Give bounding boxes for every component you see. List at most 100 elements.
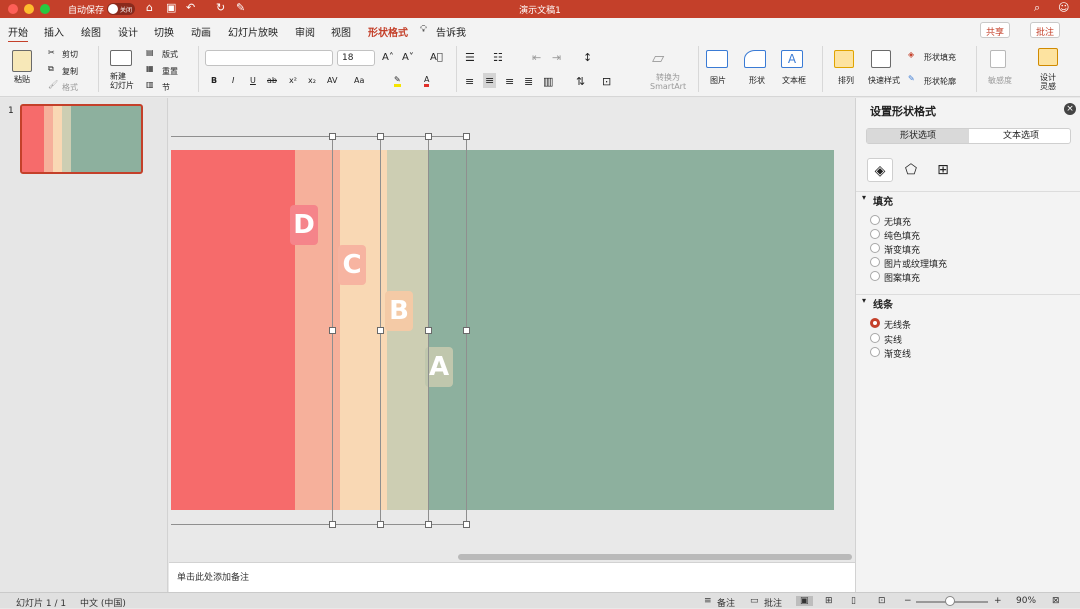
tab-shape-format[interactable]: 形状格式	[368, 24, 408, 39]
paint-bucket-icon[interactable]: ◈	[908, 50, 914, 59]
tab-insert[interactable]: 插入	[44, 24, 64, 39]
grow-font-icon[interactable]: A˄	[382, 52, 394, 63]
language-indicator[interactable]: 中文 (中国)	[80, 596, 126, 609]
gradient-fill-radio[interactable]	[870, 243, 880, 253]
zoom-in-icon[interactable]: +	[994, 596, 1002, 606]
text-direction-icon[interactable]: ⇅	[576, 75, 585, 88]
shrink-font-icon[interactable]: A˅	[402, 52, 414, 63]
line-section-header[interactable]: ▾ 线条	[856, 294, 1080, 311]
format-painter-button[interactable]: 格式	[62, 82, 78, 93]
sensitivity-icon[interactable]	[990, 50, 1006, 68]
designer-icon[interactable]	[1038, 48, 1058, 66]
strikethrough-button[interactable]: ab	[267, 76, 277, 85]
reset-icon[interactable]: ▦	[146, 64, 154, 73]
paste-button[interactable]: 粘贴	[14, 74, 30, 85]
reset-button[interactable]: 重置	[162, 66, 178, 77]
resize-handle[interactable]	[425, 521, 432, 528]
change-case-button[interactable]: Aa	[354, 76, 364, 85]
resize-handle[interactable]	[329, 327, 336, 334]
slide-thumbnail[interactable]	[20, 104, 143, 174]
tab-design[interactable]: 设计	[118, 24, 138, 39]
resize-handle[interactable]	[425, 133, 432, 140]
smiley-icon[interactable]: ☺	[1058, 1, 1069, 14]
clear-format-icon[interactable]: A⃥	[430, 52, 443, 63]
solid-fill-radio[interactable]	[870, 229, 880, 239]
superscript-button[interactable]: x²	[289, 76, 297, 85]
align-left-icon[interactable]: ≡	[465, 75, 474, 88]
effects-pentagon-icon[interactable]: ⬠	[898, 158, 924, 182]
size-properties-icon[interactable]: ⊞	[930, 158, 956, 182]
tell-me[interactable]: 告诉我	[436, 24, 466, 39]
design-ideas-button[interactable]: 设计 灵感	[1040, 73, 1056, 91]
align-center-icon[interactable]: ≡	[483, 73, 497, 88]
solid-line-radio[interactable]	[870, 333, 880, 343]
justify-icon[interactable]: ≣	[524, 75, 533, 88]
new-slide-icon[interactable]	[110, 50, 132, 66]
tab-home[interactable]: 开始	[8, 24, 28, 43]
section-icon[interactable]: ▥	[146, 80, 154, 89]
shape-outline-button[interactable]: 形状轮廓	[924, 76, 956, 87]
tab-text-options[interactable]: 文本选项	[970, 129, 1072, 143]
underline-button[interactable]: U	[250, 76, 256, 85]
cut-button[interactable]: 剪切	[62, 49, 78, 60]
sensitivity-button[interactable]: 敏感度	[988, 75, 1012, 86]
tab-slideshow[interactable]: 幻灯片放映	[228, 24, 278, 39]
zoom-out-icon[interactable]: −	[904, 596, 912, 606]
close-icon[interactable]: ×	[1064, 103, 1076, 115]
subscript-button[interactable]: x₂	[308, 76, 316, 85]
share-button[interactable]: 共享	[980, 22, 1011, 38]
picture-fill-radio[interactable]	[870, 257, 880, 267]
reading-view-icon[interactable]: ▯	[851, 596, 856, 606]
font-name-combo[interactable]	[205, 50, 333, 66]
slideshow-icon[interactable]: ⊡	[878, 596, 886, 606]
fit-to-window-icon[interactable]: ⊠	[1052, 596, 1060, 606]
shape-button[interactable]: 形状	[749, 75, 765, 86]
convert-smartart-button[interactable]: 转换为 SmartArt	[650, 73, 686, 91]
resize-handle[interactable]	[463, 521, 470, 528]
comments-button[interactable]: 批注	[1030, 22, 1061, 38]
picture-icon[interactable]	[706, 50, 728, 68]
textbox-button[interactable]: 文本框	[782, 75, 806, 86]
copy-icon[interactable]: ⧉	[48, 64, 54, 74]
scissors-icon[interactable]: ✂	[48, 48, 55, 57]
format-painter-icon[interactable]: 🖌︎	[48, 80, 58, 89]
resize-handle[interactable]	[329, 133, 336, 140]
section-button[interactable]: 节	[162, 82, 170, 93]
arrange-icon[interactable]	[834, 50, 854, 68]
normal-view-icon[interactable]: ▣	[796, 596, 813, 606]
increase-indent-icon[interactable]: ⇥	[552, 51, 561, 64]
font-size-combo[interactable]: 18	[337, 50, 375, 66]
notes-icon[interactable]: ≡	[704, 596, 712, 606]
tab-draw[interactable]: 绘图	[81, 24, 101, 39]
resize-handle[interactable]	[377, 133, 384, 140]
pen-outline-icon[interactable]: ✎	[908, 74, 915, 83]
tab-shape-options[interactable]: 形状选项	[867, 129, 969, 143]
zoom-slider-thumb[interactable]	[945, 596, 955, 606]
align-text-icon[interactable]: ⊡	[602, 75, 611, 88]
resize-handle[interactable]	[377, 327, 384, 334]
picture-button[interactable]: 图片	[710, 75, 726, 86]
gradient-line-radio[interactable]	[870, 347, 880, 357]
new-slide-button[interactable]: 新建 幻灯片	[110, 72, 134, 90]
quick-styles-button[interactable]: 快速样式	[868, 75, 900, 86]
tab-transitions[interactable]: 切换	[154, 24, 174, 39]
fill-section-header[interactable]: ▾ 填充	[856, 191, 1080, 208]
layout-button[interactable]: 版式	[162, 49, 178, 60]
no-fill-radio[interactable]	[870, 215, 880, 225]
columns-icon[interactable]: ▥	[543, 75, 553, 88]
highlight-icon[interactable]: ✎	[394, 75, 401, 87]
arrange-button[interactable]: 排列	[838, 75, 854, 86]
comments-icon[interactable]: ▭	[750, 596, 759, 606]
slide-canvas[interactable]: D C B A	[171, 150, 834, 510]
tab-view[interactable]: 视图	[331, 24, 351, 39]
resize-handle[interactable]	[463, 327, 470, 334]
decrease-indent-icon[interactable]: ⇤	[532, 51, 541, 64]
bold-button[interactable]: B	[211, 76, 217, 85]
horizontal-scrollbar[interactable]	[458, 554, 852, 560]
numbering-icon[interactable]: ☷	[493, 51, 503, 64]
slide-sorter-icon[interactable]: ⊞	[825, 596, 833, 606]
copy-button[interactable]: 复制	[62, 66, 78, 77]
resize-handle[interactable]	[329, 521, 336, 528]
bullets-icon[interactable]: ☰	[465, 51, 475, 64]
comments-toggle[interactable]: 批注	[764, 596, 782, 609]
